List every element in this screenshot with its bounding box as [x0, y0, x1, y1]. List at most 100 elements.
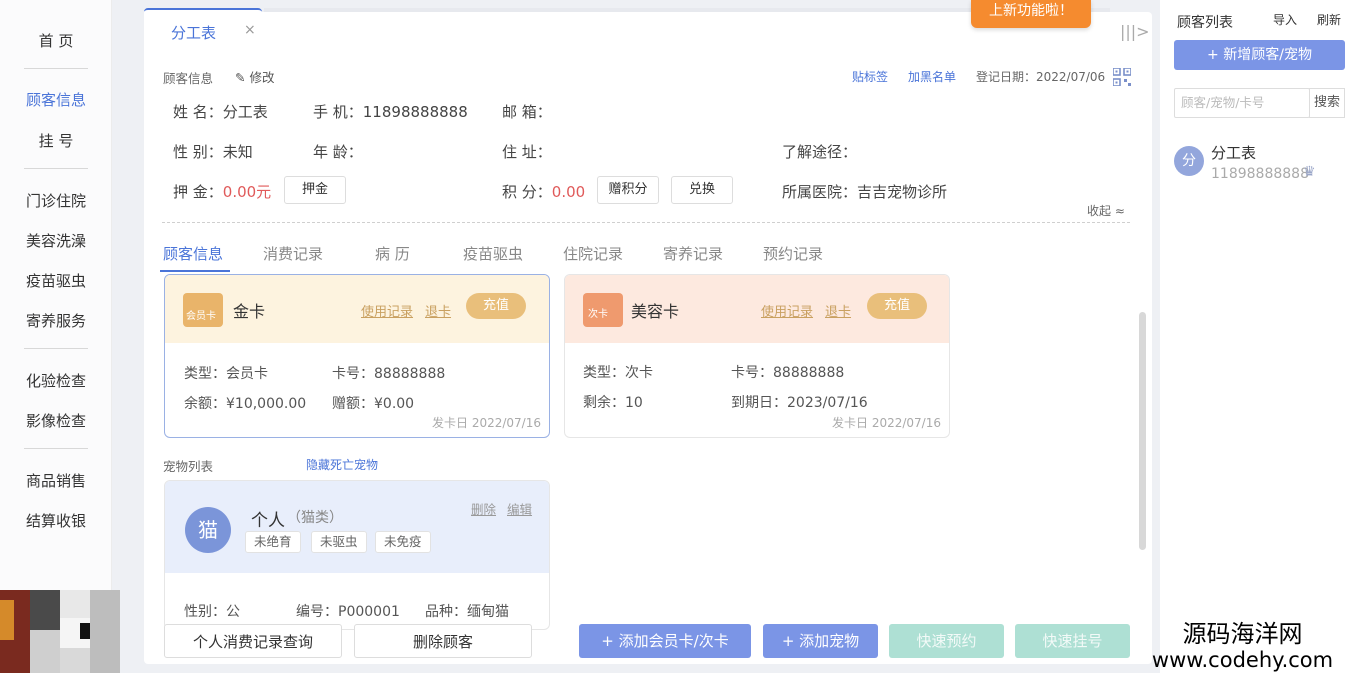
tab-label: 分工表	[171, 24, 217, 42]
subtab-boarding[interactable]: 寄养记录	[663, 243, 723, 264]
nav-register[interactable]: 挂 号	[0, 130, 112, 151]
add-card-button[interactable]: + 添加会员卡/次卡	[579, 624, 751, 658]
close-icon[interactable]: ×	[244, 22, 256, 38]
qr-code-icon[interactable]	[1113, 68, 1131, 86]
nav-imaging[interactable]: 影像检查	[0, 410, 112, 431]
card-balance: 余额：¥10,000.00	[184, 396, 307, 412]
nav-checkout[interactable]: 结算收银	[0, 510, 112, 531]
usage-records-link[interactable]: 使用记录	[361, 301, 413, 320]
edit-pet-link[interactable]: 编辑	[507, 499, 532, 518]
left-nav: 首 页 顾客信息 挂 号 门诊住院 美容洗澡 疫苗驱虫 寄养服务 化验检查 影像…	[0, 0, 112, 673]
card-type: 类型：次卡	[583, 365, 653, 381]
recharge-button[interactable]: 充值	[867, 293, 927, 319]
nav-divider	[24, 348, 88, 349]
nav-clinic[interactable]: 门诊住院	[0, 190, 112, 211]
divider	[162, 222, 1130, 223]
sticker-link[interactable]: 贴标签	[852, 68, 888, 85]
nav-divider	[24, 448, 88, 449]
card-name: 美容卡	[631, 302, 680, 321]
nav-vaccine[interactable]: 疫苗驱虫	[0, 270, 112, 291]
delete-customer-button[interactable]: 删除顾客	[354, 624, 532, 658]
pet-list-title: 宠物列表	[163, 459, 214, 474]
refund-card-link[interactable]: 退卡	[825, 301, 851, 320]
card-number: 卡号：88888888	[731, 365, 845, 381]
subtab-hospitalization[interactable]: 住院记录	[563, 243, 623, 264]
section-title: 顾客信息	[163, 71, 214, 86]
personal-records-button[interactable]: 个人消费记录查询	[164, 624, 342, 658]
deposit-button[interactable]: 押金	[284, 176, 346, 204]
subtab-underline	[160, 270, 230, 272]
card-remaining: 剩余：10	[583, 395, 643, 411]
pet-name: 个人	[251, 511, 285, 531]
registration-date: 登记日期：2022/07/06	[976, 70, 1106, 84]
delete-pet-link[interactable]: 删除	[471, 499, 496, 518]
pet-card[interactable]: 猫 个人 （猫类） 删除 编辑 未绝育 未驱虫 未免疫 性别：公 编号：P000…	[164, 480, 550, 630]
customer-name: 姓 名：分工表	[173, 103, 268, 121]
pet-breed: 品种：缅甸猫	[425, 604, 509, 620]
customer-source: 了解途径：	[782, 143, 858, 161]
add-pet-button[interactable]: + 添加宠物	[763, 624, 878, 658]
card-gift-amount: 赠额：¥0.00	[332, 396, 415, 412]
member-card-gold: 会员卡 金卡 使用记录 退卡 充值 类型：会员卡 卡号：88888888 余额：…	[164, 274, 550, 438]
redeem-button[interactable]: 兑换	[671, 176, 733, 204]
pet-category: （猫类）	[287, 510, 343, 526]
quick-register-button[interactable]: 快速挂号	[1015, 624, 1130, 658]
nav-home[interactable]: 首 页	[0, 30, 112, 51]
member-card-icon: 会员卡	[183, 293, 223, 327]
new-feature-badge[interactable]: 上新功能啦！	[971, 0, 1091, 28]
user-avatar-pixelated[interactable]	[0, 590, 120, 673]
card-expiry: 到期日：2023/07/16	[731, 395, 868, 411]
add-customer-pet-button[interactable]: + 新增顾客/宠物	[1174, 40, 1345, 70]
pencil-icon: ✎	[235, 70, 246, 85]
customer-avatar[interactable]: 分	[1174, 146, 1204, 176]
subtab-customer-info[interactable]: 顾客信息	[163, 243, 223, 264]
points-field: 积 分：0.00	[502, 181, 585, 202]
subtab-consumption[interactable]: 消费记录	[263, 243, 323, 264]
refresh-button[interactable]: 刷新	[1317, 11, 1341, 28]
usage-records-link[interactable]: 使用记录	[761, 301, 813, 320]
tag-not-neutered: 未绝育	[245, 531, 301, 553]
tab-fengongbiao[interactable]: 分工表 ×	[144, 8, 262, 48]
subtab-medical[interactable]: 病 历	[375, 243, 410, 264]
watermark: 源码海洋网 www.codehy.com	[1140, 620, 1345, 672]
nav-lab[interactable]: 化验检查	[0, 370, 112, 391]
points-value: 0.00	[551, 183, 586, 201]
customer-list-name[interactable]: 分工表	[1211, 142, 1256, 163]
pet-gender: 性别：公	[184, 604, 240, 620]
nav-grooming[interactable]: 美容洗澡	[0, 230, 112, 251]
search-button[interactable]: 搜索	[1309, 88, 1345, 118]
customer-address: 住 址：	[502, 143, 552, 161]
customer-age: 年 龄：	[313, 143, 363, 161]
recharge-button[interactable]: 充值	[466, 293, 526, 319]
blacklist-link[interactable]: 加黑名单	[908, 68, 956, 85]
nav-divider	[24, 168, 88, 169]
nav-sales[interactable]: 商品销售	[0, 470, 112, 491]
collapse-toggle[interactable]: 收起 ≈	[1087, 202, 1125, 219]
card-name: 金卡	[233, 302, 266, 321]
member-card-beauty: 次卡 美容卡 使用记录 退卡 充值 类型：次卡 卡号：88888888 剩余：1…	[564, 274, 950, 438]
hide-dead-pets-link[interactable]: 隐藏死亡宠物	[306, 456, 378, 473]
import-button[interactable]: 导入	[1273, 11, 1297, 28]
card-type: 类型：会员卡	[184, 366, 268, 382]
watermark-line1: 源码海洋网	[1182, 620, 1303, 648]
customer-list-title: 顾客列表	[1177, 15, 1233, 31]
edit-button[interactable]: ✎ 修改	[235, 67, 274, 86]
customer-list-phone: 11898888888	[1211, 166, 1309, 182]
nav-boarding[interactable]: 寄养服务	[0, 310, 112, 331]
deposit-field: 押 金：0.00元	[173, 181, 271, 202]
customer-email: 邮 箱：	[502, 103, 552, 121]
crown-icon: ♛	[1303, 164, 1316, 180]
tag-not-dewormed: 未驱虫	[311, 531, 367, 553]
quick-appointment-button[interactable]: 快速预约	[889, 624, 1004, 658]
refund-card-link[interactable]: 退卡	[425, 301, 451, 320]
scrollbar[interactable]	[1139, 312, 1146, 550]
customer-search-input[interactable]: 顾客/宠物/卡号	[1174, 88, 1310, 118]
customer-gender: 性 别：未知	[173, 143, 253, 161]
deposit-label: 押 金：	[173, 183, 223, 201]
session-card-icon: 次卡	[583, 293, 623, 327]
nav-customer-info[interactable]: 顾客信息	[0, 89, 112, 110]
subtab-vaccine[interactable]: 疫苗驱虫	[463, 243, 523, 264]
collapse-panel-icon[interactable]: |||>	[1120, 22, 1150, 41]
subtab-appointment[interactable]: 预约记录	[763, 243, 823, 264]
gift-points-button[interactable]: 赠积分	[597, 176, 659, 204]
